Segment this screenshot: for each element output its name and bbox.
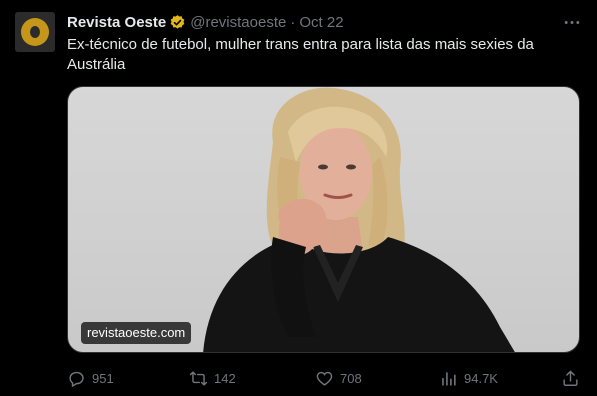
avatar-logo-center — [30, 26, 40, 38]
user-handle[interactable]: @revistaoeste — [190, 14, 286, 31]
media-source-label[interactable]: revistaoeste.com — [81, 322, 192, 344]
retweet-icon — [189, 370, 208, 386]
view-count: 94.7K — [464, 370, 498, 386]
photo-portrait — [203, 87, 515, 352]
tweet-date[interactable]: Oct 22 — [299, 14, 343, 31]
tweet-image[interactable]: revistaoeste.com — [67, 86, 580, 353]
display-name[interactable]: Revista Oeste — [67, 14, 166, 31]
action-bar: 951 142 708 94.7K — [67, 368, 580, 388]
tweet-text: Ex-técnico de futebol, mulher trans entr… — [67, 36, 534, 73]
share-icon — [563, 370, 578, 386]
reply-button[interactable]: 951 — [67, 368, 114, 388]
like-button[interactable]: 708 — [315, 368, 362, 388]
separator-dot: · — [290, 13, 296, 31]
reply-count: 951 — [92, 370, 114, 386]
more-options-icon[interactable] — [561, 12, 583, 32]
retweet-count: 142 — [214, 370, 236, 386]
verified-badge-icon[interactable] — [169, 14, 186, 31]
views-button[interactable]: 94.7K — [439, 368, 498, 388]
reply-icon — [69, 371, 84, 387]
share-button[interactable] — [561, 368, 580, 388]
tweet[interactable]: Revista Oeste @revistaoeste · Oct 22 Ex-… — [0, 0, 597, 396]
tweet-header: Revista Oeste @revistaoeste · Oct 22 — [67, 12, 344, 32]
retweet-button[interactable]: 142 — [189, 368, 236, 388]
heart-icon — [316, 371, 333, 386]
like-count: 708 — [340, 370, 362, 386]
avatar[interactable] — [15, 12, 55, 52]
analytics-icon — [442, 371, 456, 386]
